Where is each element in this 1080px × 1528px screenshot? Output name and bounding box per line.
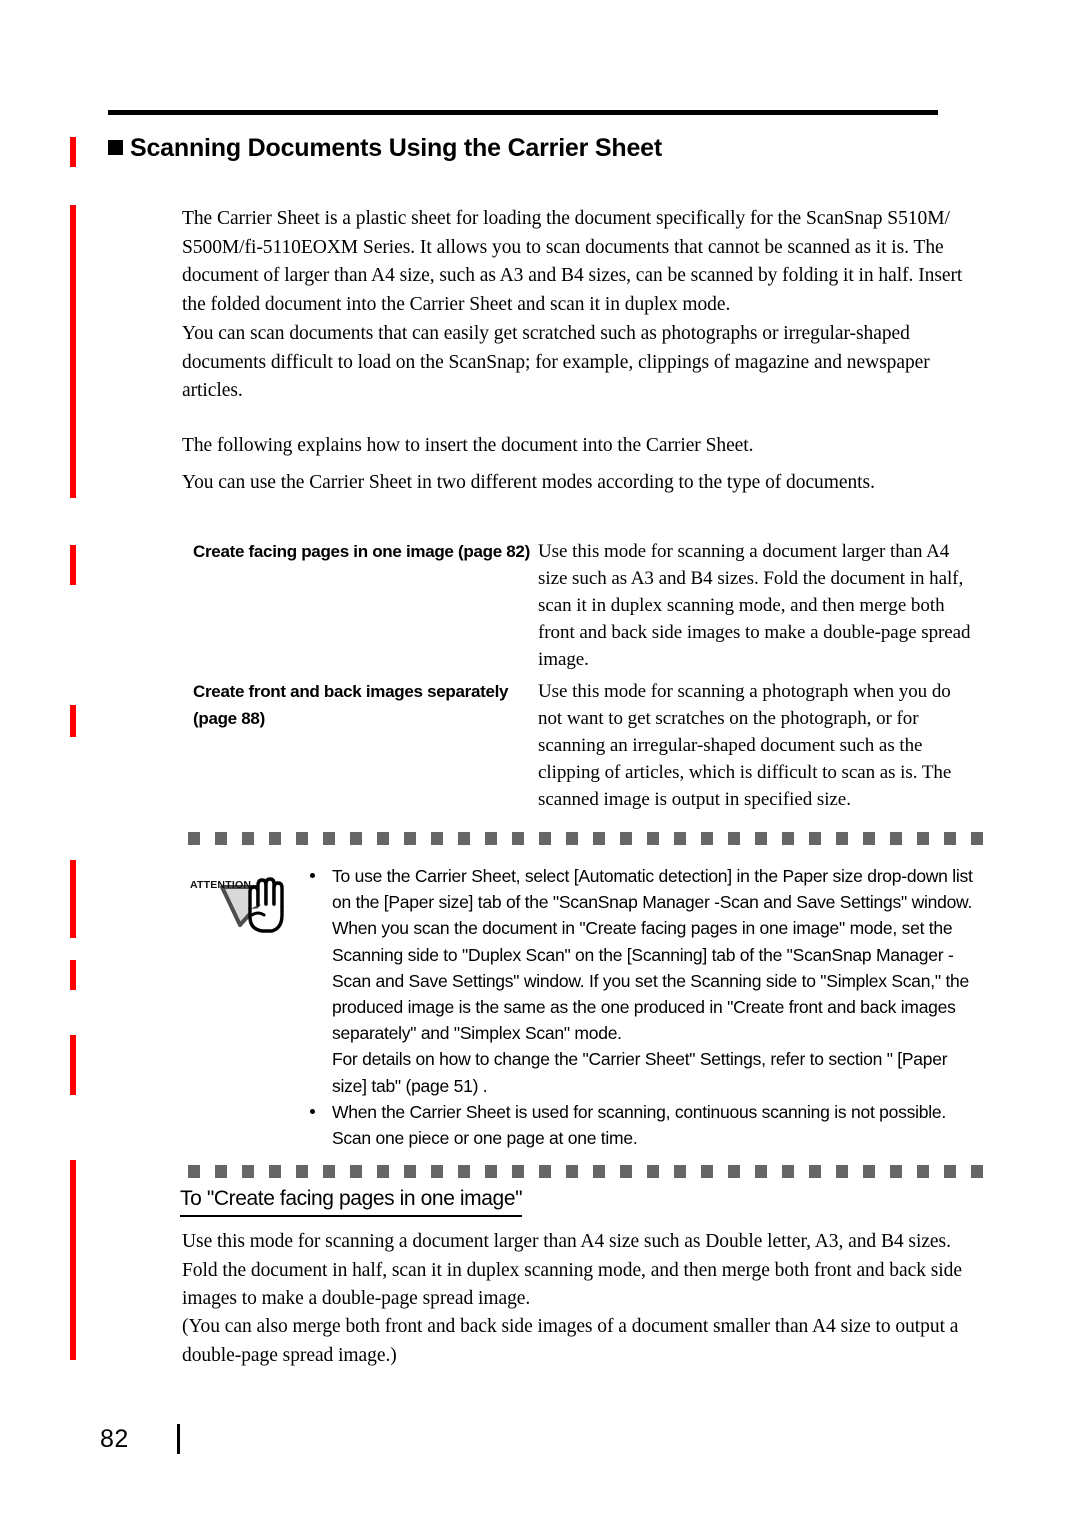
change-bar — [70, 205, 76, 498]
bullet-icon — [310, 1108, 315, 1114]
bullet-icon — [310, 873, 315, 878]
mode-term: Create front and back images separately … — [193, 682, 509, 728]
page-title-text: Scanning Documents Using the Carrier She… — [130, 134, 662, 162]
page-title: Scanning Documents Using the Carrier She… — [108, 133, 968, 163]
page-number: 82 — [100, 1425, 129, 1453]
attention-box-body: ATTENTION To use the Carrier Sheet, sele… — [188, 845, 983, 1165]
intro-paragraph-2-container: You can scan documents that can easily g… — [182, 320, 970, 406]
change-bar — [70, 705, 76, 737]
change-bar — [70, 860, 76, 938]
black-square-bullet-icon — [108, 140, 123, 155]
attention-item: To use the Carrier Sheet, select [Automa… — [306, 863, 983, 1046]
mode-row: Create front and back images separately … — [193, 678, 973, 813]
intro-paragraph-1-container: The Carrier Sheet is a plastic sheet for… — [182, 205, 970, 319]
change-bar — [70, 960, 76, 990]
mode-definition: Use this mode for scanning a photograph … — [538, 681, 952, 810]
subsection-paragraph-1-container: Use this mode for scanning a document la… — [182, 1228, 970, 1314]
change-bar — [70, 1160, 76, 1360]
footer-divider — [177, 1424, 180, 1454]
svg-text:ATTENTION: ATTENTION — [190, 879, 251, 891]
change-bar — [70, 1035, 76, 1095]
attention-box-top-border — [188, 832, 983, 845]
intro-paragraph-3-container: The following explains how to insert the… — [182, 432, 970, 461]
subsection-paragraph-2: (You can also merge both front and back … — [182, 1316, 959, 1366]
mode-row: Create facing pages in one image (page 8… — [193, 538, 973, 673]
header-rule — [108, 110, 938, 115]
subsection-paragraph-1: Use this mode for scanning a document la… — [182, 1231, 962, 1309]
subsection-paragraph-2-container: (You can also merge both front and back … — [182, 1313, 970, 1370]
attention-item: When the Carrier Sheet is used for scann… — [306, 1099, 983, 1151]
mode-definition: Use this mode for scanning a document la… — [538, 541, 971, 670]
attention-item-text: When the Carrier Sheet is used for scann… — [332, 1101, 946, 1149]
attention-item-continuation: For details on how to change the "Carrie… — [332, 1049, 948, 1096]
attention-icon: ATTENTION — [188, 863, 306, 937]
intro-paragraph-4: You can use the Carrier Sheet in two dif… — [182, 472, 875, 493]
attention-item-text: To use the Carrier Sheet, select [Automa… — [332, 866, 973, 1044]
subsection-heading: To "Create facing pages in one image" — [180, 1185, 523, 1217]
intro-paragraph-1: The Carrier Sheet is a plastic sheet for… — [182, 208, 963, 315]
change-bar — [70, 137, 76, 167]
intro-paragraph-3: The following explains how to insert the… — [182, 435, 754, 456]
attention-box: ATTENTION To use the Carrier Sheet, sele… — [188, 832, 983, 1179]
document-page: Scanning Documents Using the Carrier She… — [0, 0, 1080, 1528]
attention-box-bottom-border — [188, 1165, 983, 1179]
mode-term: Create facing pages in one image (page 8… — [193, 542, 530, 561]
change-bar — [70, 545, 76, 585]
intro-paragraph-4-container: You can use the Carrier Sheet in two dif… — [182, 469, 970, 498]
intro-paragraph-2: You can scan documents that can easily g… — [182, 323, 930, 401]
attention-item-list: To use the Carrier Sheet, select [Automa… — [306, 863, 983, 1151]
